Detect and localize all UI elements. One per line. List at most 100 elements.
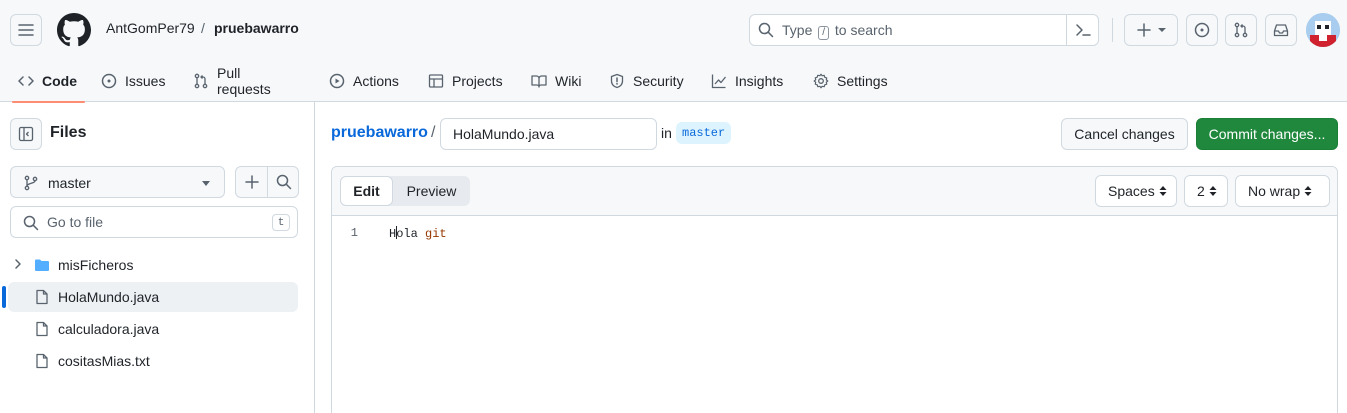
unfold-icon — [1159, 186, 1167, 196]
triangle-down-icon — [202, 181, 210, 186]
tab-insights[interactable]: Insights — [711, 60, 783, 102]
commit-changes-button[interactable]: Commit changes... — [1196, 118, 1338, 150]
tab-code[interactable]: Code — [12, 60, 85, 103]
user-avatar-icon — [1306, 13, 1340, 47]
breadcrumb-repo-link[interactable]: pruebawarro — [331, 124, 428, 142]
tab-label: Issues — [125, 73, 166, 89]
header-divider — [1112, 18, 1113, 42]
tree-item-folder[interactable]: misFicheros — [8, 250, 298, 280]
tab-projects[interactable]: Projects — [428, 60, 503, 102]
file-actions-group — [235, 166, 299, 198]
inbox-button[interactable] — [1265, 14, 1297, 46]
gear-icon — [813, 73, 829, 89]
go-to-file-placeholder: Go to file — [47, 214, 104, 230]
search-prefix-text: Type — [782, 22, 813, 38]
code-editor: Edit Preview Spaces 2 No wrap 1 Hola git — [331, 166, 1338, 413]
hamburger-icon — [18, 24, 34, 36]
breadcrumb-separator: / — [201, 20, 205, 36]
line-number: 1 — [350, 226, 358, 240]
command-palette-button[interactable] — [1066, 15, 1098, 45]
editor-body[interactable]: 1 Hola git — [332, 216, 1337, 413]
breadcrumb-separator: / — [431, 124, 436, 141]
your-pull-requests-button[interactable] — [1225, 14, 1257, 46]
create-new-button[interactable] — [1124, 14, 1178, 46]
search-suffix-text: to search — [834, 22, 893, 38]
tab-label: Settings — [837, 73, 888, 89]
plus-icon — [1137, 23, 1151, 37]
plus-icon — [245, 175, 259, 189]
branch-selector[interactable]: master — [10, 166, 225, 198]
tree-item-file-selected[interactable]: HolaMundo.java — [2, 282, 298, 312]
unfold-icon — [1304, 186, 1312, 196]
search-shortcut-key: / — [818, 26, 830, 40]
repo-link[interactable]: pruebawarro — [214, 20, 299, 36]
search-icon — [23, 215, 39, 231]
code-icon — [18, 76, 34, 86]
owner-link[interactable]: AntGomPer79 — [106, 20, 195, 36]
git-branch-icon — [24, 175, 38, 191]
tab-actions[interactable]: Actions — [329, 60, 399, 102]
tab-label: Code — [42, 73, 77, 89]
folder-icon — [35, 259, 49, 271]
tree-item-label: cositasMias.txt — [58, 353, 150, 369]
tree-item-file[interactable]: calculadora.java — [8, 314, 298, 344]
tab-edit[interactable]: Edit — [340, 176, 393, 206]
file-icon — [36, 353, 48, 369]
indent-size-select[interactable]: 2 — [1184, 175, 1228, 207]
code-text: Hola — [389, 226, 418, 241]
go-to-file-input[interactable]: Go to file t — [10, 206, 298, 238]
search-files-button[interactable] — [268, 167, 300, 197]
search-placeholder: Type / to search — [782, 22, 893, 40]
issue-opened-icon — [101, 73, 117, 89]
in-label: in — [661, 125, 672, 141]
file-icon — [36, 289, 48, 305]
search-icon — [276, 174, 292, 190]
tab-security[interactable]: Security — [609, 60, 684, 102]
tab-label: Security — [633, 73, 684, 89]
your-issues-button[interactable] — [1186, 14, 1218, 46]
graph-icon — [711, 74, 727, 89]
play-icon — [329, 73, 345, 89]
table-icon — [428, 74, 444, 88]
book-icon — [531, 75, 547, 88]
tab-issues[interactable]: Issues — [101, 60, 165, 102]
file-icon — [36, 321, 48, 337]
git-pull-request-icon — [194, 73, 208, 89]
add-file-button[interactable] — [236, 167, 268, 197]
avatar[interactable] — [1306, 13, 1340, 47]
branch-badge: master — [676, 122, 732, 144]
tab-label: Actions — [353, 73, 399, 89]
tab-label: Wiki — [555, 73, 582, 89]
chevron-right-icon[interactable] — [12, 258, 24, 270]
wrap-mode-value: No wrap — [1248, 183, 1301, 199]
tab-label: Projects — [452, 73, 503, 89]
terminal-icon — [1075, 24, 1091, 36]
wrap-mode-select[interactable]: No wrap — [1235, 175, 1330, 207]
sidebar-collapse-icon — [18, 126, 34, 142]
code-token: git — [425, 227, 447, 241]
collapse-sidebar-button[interactable] — [10, 118, 42, 150]
tab-preview[interactable]: Preview — [393, 176, 470, 206]
tree-item-label: HolaMundo.java — [58, 289, 160, 305]
file-tree-panel: Files master Go to file t misFicheros Ho… — [0, 102, 315, 413]
git-pull-request-icon — [1234, 22, 1248, 38]
tab-label: Insights — [735, 73, 784, 89]
cancel-changes-button[interactable]: Cancel changes — [1061, 118, 1188, 150]
edit-mode-toggle: Edit Preview — [340, 176, 470, 206]
tab-settings[interactable]: Settings — [813, 60, 888, 102]
filename-input[interactable]: HolaMundo.java — [440, 118, 657, 150]
search-input[interactable]: Type / to search — [749, 14, 1099, 46]
menu-button[interactable] — [10, 14, 42, 46]
github-logo-icon[interactable] — [57, 13, 91, 47]
indent-size-value: 2 — [1197, 183, 1205, 199]
shield-icon — [610, 73, 624, 89]
search-icon — [758, 22, 774, 38]
tab-pull-requests[interactable]: Pull requests — [193, 60, 271, 102]
tree-item-file[interactable]: cositasMias.txt — [8, 346, 298, 376]
text-cursor — [395, 226, 397, 239]
tab-wiki[interactable]: Wiki — [531, 60, 581, 102]
tab-label: Pull requests — [217, 65, 271, 97]
indent-mode-select[interactable]: Spaces — [1095, 175, 1177, 207]
editor-toolbar: Edit Preview Spaces 2 No wrap — [332, 167, 1337, 216]
code-line[interactable]: Hola git — [389, 226, 447, 241]
